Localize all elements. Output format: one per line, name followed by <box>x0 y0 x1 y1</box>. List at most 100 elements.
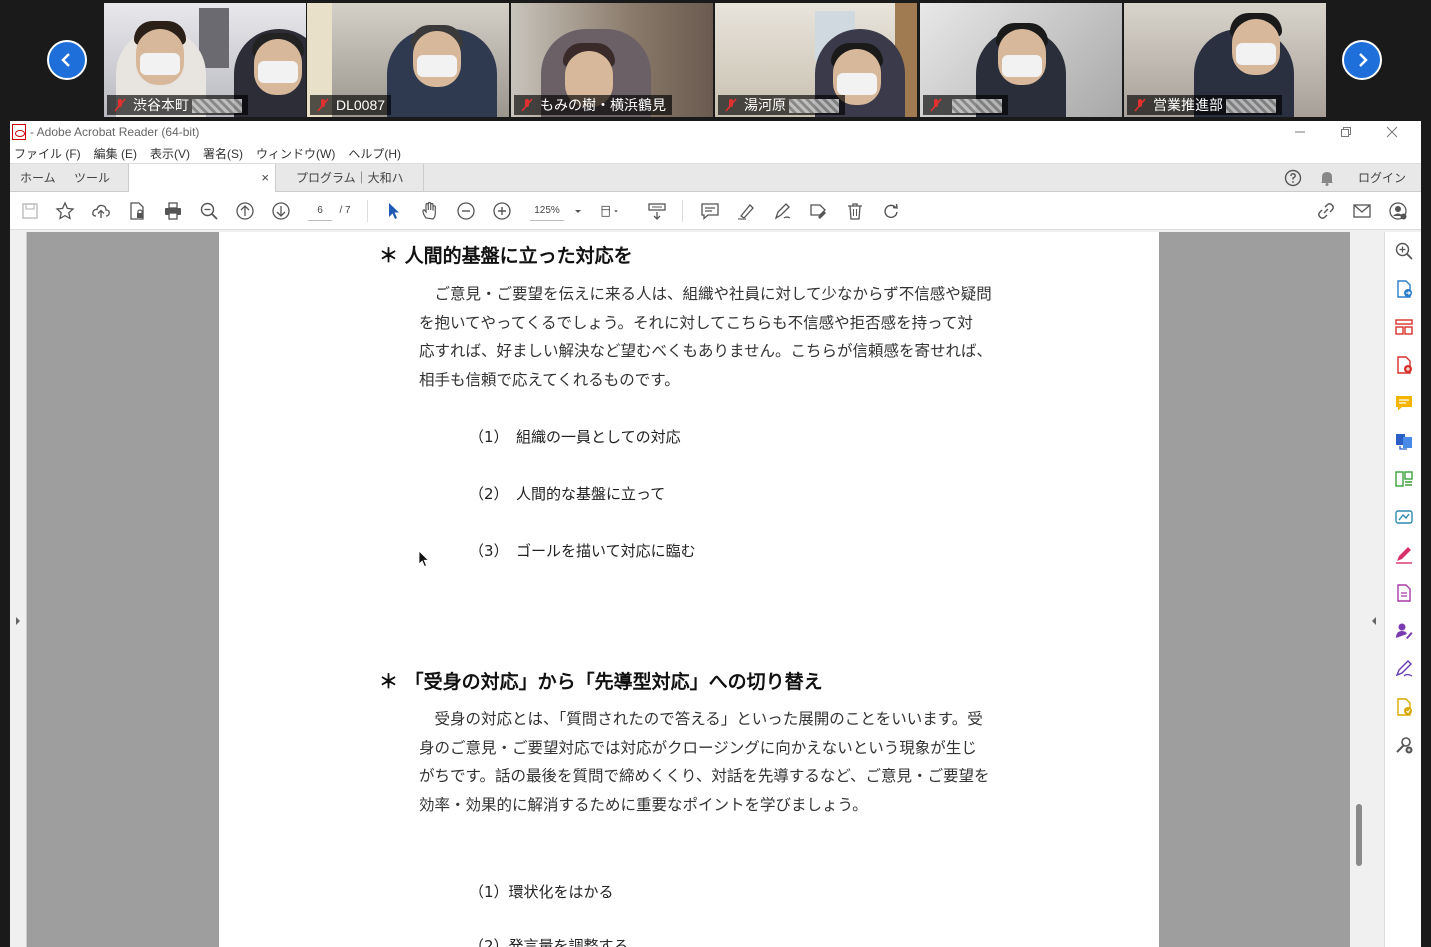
chevron-left-icon <box>61 53 70 67</box>
page-display-button[interactable] <box>600 201 630 221</box>
wrench-plus-icon <box>1396 737 1413 754</box>
login-button[interactable]: ログイン <box>1358 164 1406 192</box>
menu-view[interactable]: 表示(V) <box>150 145 190 162</box>
fill-sign-icon <box>1396 547 1412 564</box>
page-fit-icon <box>601 205 618 217</box>
export-pdf-button[interactable] <box>1394 279 1414 299</box>
organize-pages-button[interactable] <box>1394 317 1414 337</box>
zoom-search-button[interactable] <box>199 201 219 221</box>
email-button[interactable] <box>1352 201 1372 221</box>
page-total: / 7 <box>339 205 351 216</box>
zoom-dropdown-button[interactable] <box>568 201 581 221</box>
page-number-input[interactable]: 6 <box>308 201 332 221</box>
comment-tool-button[interactable] <box>1394 393 1414 413</box>
close-window-button[interactable] <box>1369 121 1415 143</box>
next-participants-button[interactable] <box>1342 40 1382 80</box>
participant-tile[interactable]: 湯河原 <box>715 3 917 117</box>
send-for-signature-button[interactable] <box>1394 659 1414 679</box>
hand-tool-button[interactable] <box>420 201 440 221</box>
keyboard-scroll-icon <box>648 203 666 220</box>
print-button[interactable] <box>163 201 183 221</box>
list-item: （1）環状化をはかる <box>469 883 614 901</box>
participant-tile[interactable]: もみの樹・横浜鶴見 <box>511 3 713 117</box>
participant-tile[interactable]: 営業推進部 <box>1124 3 1326 117</box>
more-tools-button[interactable] <box>1394 735 1414 755</box>
vertical-scrollbar[interactable] <box>1350 232 1384 947</box>
caret-right-icon <box>16 617 20 625</box>
document-viewport[interactable]: ＊ 人間的基盤に立った対応を ご意見・ご要望を伝えに来る人は、組織や社員に対して… <box>10 232 1421 947</box>
tab-program[interactable]: プログラム｜大和ハウ... <box>282 164 424 213</box>
participant-name <box>923 95 1008 115</box>
participant-name: 湯河原 <box>718 95 845 115</box>
previous-participants-button[interactable] <box>47 40 87 80</box>
close-tab-button[interactable]: × <box>261 164 269 192</box>
fill-and-sign-button[interactable] <box>1394 545 1414 565</box>
left-panel-toggle[interactable] <box>10 232 27 947</box>
menu-edit[interactable]: 編集 (E) <box>94 145 137 162</box>
comment-icon <box>701 203 719 220</box>
zoom-tool-button[interactable] <box>1394 241 1414 261</box>
upload-button[interactable] <box>91 201 111 221</box>
file-lock-icon <box>130 202 144 220</box>
participant-name: 渋谷本町 <box>107 95 248 115</box>
pdf-page[interactable]: ＊ 人間的基盤に立った対応を ご意見・ご要望を伝えに来る人は、組織や社員に対して… <box>219 232 1159 947</box>
chevron-down-icon <box>575 210 581 213</box>
participant-tile[interactable]: DL0087 <box>307 3 509 117</box>
request-signature-button[interactable] <box>1394 621 1414 641</box>
menu-help[interactable]: ヘルプ(H) <box>348 145 401 162</box>
restore-button[interactable] <box>1323 121 1369 143</box>
help-button[interactable] <box>1283 168 1303 188</box>
zoom-level-select[interactable]: 125% <box>530 201 564 221</box>
scan-icon <box>1395 510 1413 524</box>
menu-file[interactable]: ファイル (F) <box>14 145 81 162</box>
protect-file-icon <box>1397 584 1411 602</box>
combine-files-button[interactable] <box>1394 431 1414 451</box>
create-pdf-icon <box>1397 356 1412 374</box>
previous-page-button[interactable] <box>235 201 255 221</box>
menu-sign[interactable]: 署名(S) <box>203 145 243 162</box>
section-heading: ＊ 「受身の対応」から「先導型対応」への切り替え <box>379 671 823 693</box>
fill-sign-button[interactable] <box>808 201 828 221</box>
scan-ocr-button[interactable] <box>1394 507 1414 527</box>
scrollbar-thumb[interactable] <box>1356 804 1362 866</box>
rotate-icon <box>884 203 898 218</box>
zoom-out-button[interactable] <box>456 201 476 221</box>
next-page-button[interactable] <box>271 201 291 221</box>
close-icon <box>1386 126 1398 138</box>
comment-button[interactable] <box>700 201 720 221</box>
star-icon <box>55 201 75 220</box>
minimize-button[interactable] <box>1277 121 1323 143</box>
edit-pdf-button[interactable] <box>1394 469 1414 489</box>
protect-tool-button[interactable] <box>1394 583 1414 603</box>
participant-tile[interactable] <box>920 3 1122 117</box>
paragraph-line: 相手も信頼で応えてくれるものです。 <box>419 370 680 389</box>
link-icon <box>1318 203 1334 219</box>
menu-window[interactable]: ウィンドウ(W) <box>256 145 335 162</box>
scroll-mode-button[interactable] <box>647 201 667 221</box>
paragraph-line: ご意見・ご要望を伝えに来る人は、組織や社員に対して少なからず不信感や疑問 <box>419 285 992 303</box>
share-link-button[interactable] <box>1316 201 1336 221</box>
tab-home[interactable]: ホーム <box>20 164 56 192</box>
bookmark-button[interactable] <box>55 201 75 221</box>
share-user-button[interactable] <box>1388 201 1408 221</box>
zoom-in-button[interactable] <box>492 201 512 221</box>
zoom-out-search-icon <box>200 202 218 220</box>
participant-name: 営業推進部 <box>1127 95 1282 115</box>
delete-button[interactable] <box>845 201 865 221</box>
create-pdf-button[interactable] <box>1394 355 1414 375</box>
participant-tile[interactable]: 渋谷本町 <box>104 3 306 117</box>
tab-tools[interactable]: ツール <box>74 164 110 192</box>
save-button[interactable] <box>20 201 40 221</box>
select-tool-button[interactable] <box>384 201 404 221</box>
rotate-button[interactable] <box>881 201 901 221</box>
draw-button[interactable] <box>772 201 792 221</box>
caret-left-icon[interactable] <box>1370 616 1378 626</box>
send-for-review-button[interactable] <box>1394 697 1414 717</box>
edit-pdf-icon <box>1395 471 1413 487</box>
highlight-button[interactable] <box>736 201 756 221</box>
protect-button[interactable] <box>127 201 147 221</box>
bell-icon <box>1321 172 1333 186</box>
notifications-button[interactable] <box>1317 168 1337 188</box>
mic-off-icon <box>930 98 942 112</box>
tab-document[interactable]: × <box>128 164 276 192</box>
